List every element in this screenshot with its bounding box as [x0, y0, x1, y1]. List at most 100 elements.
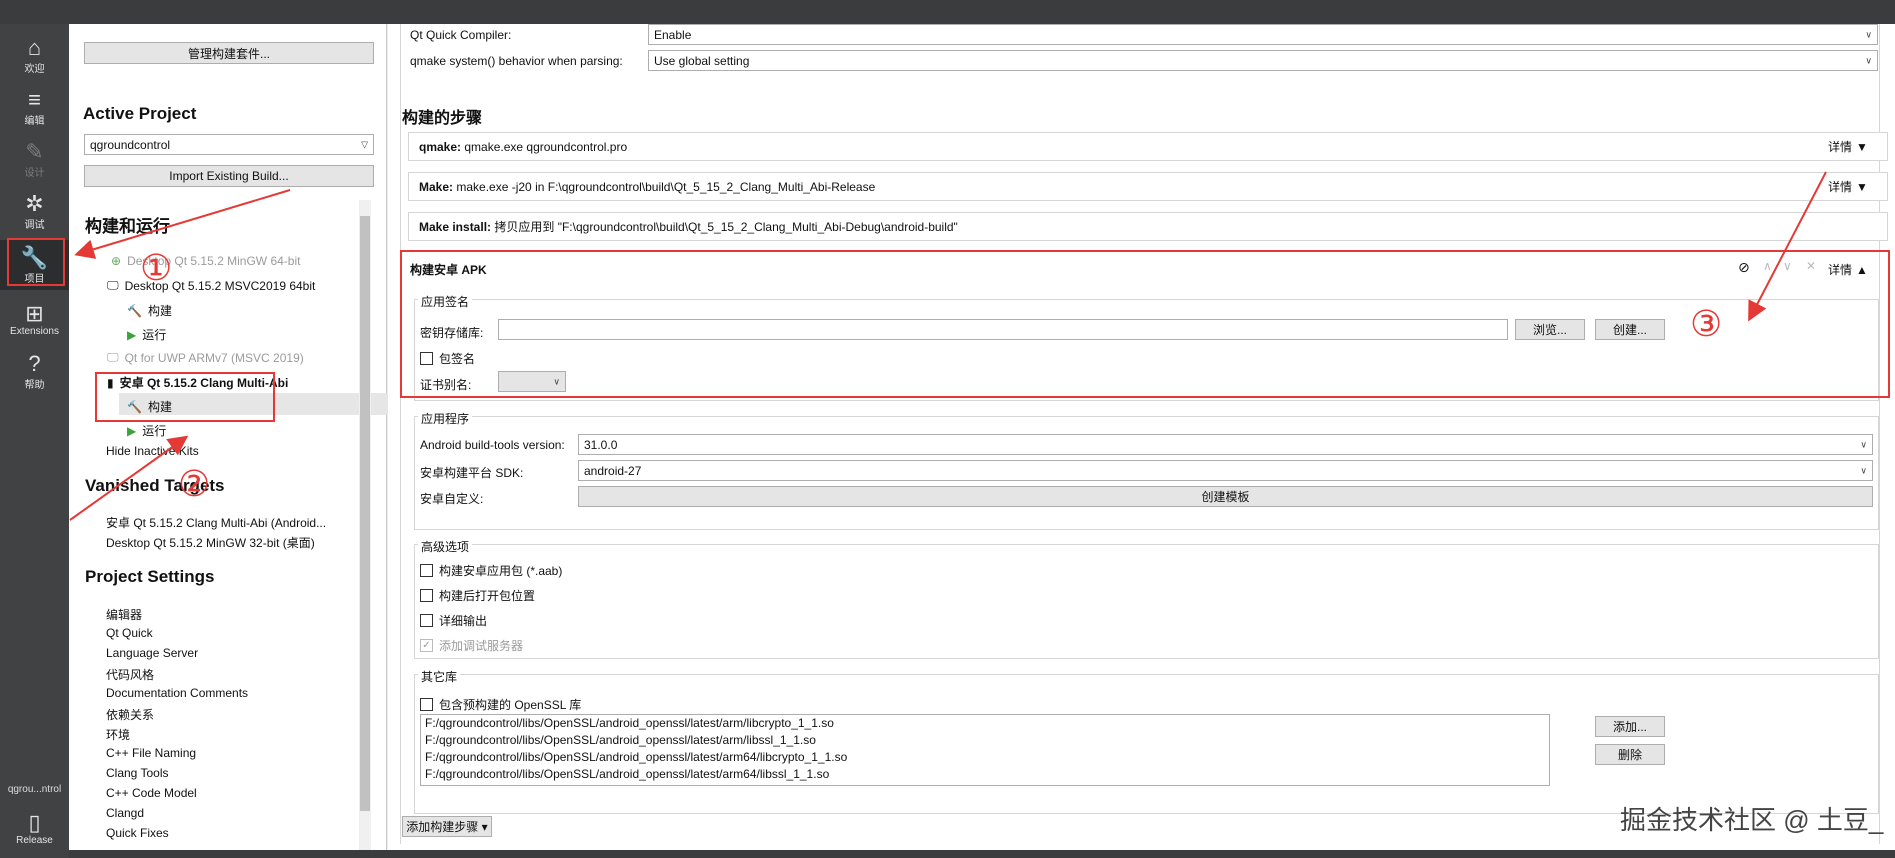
- qt-quick-compiler-combo[interactable]: Enable ∨: [648, 24, 1878, 45]
- build-steps-heading: 构建的步骤: [402, 110, 483, 127]
- build-run-heading: 构建和运行: [85, 217, 170, 236]
- run-icon: ▶: [127, 327, 137, 342]
- debug-server-checkbox: ✓ 添加调试服务器: [420, 637, 523, 654]
- settings-item[interactable]: 环境: [106, 726, 130, 743]
- run-icon: ▶: [127, 423, 137, 438]
- settings-item[interactable]: Clangd: [106, 806, 144, 820]
- kit-msvc-build[interactable]: 🔨 构建: [127, 302, 172, 319]
- settings-item[interactable]: 编辑器: [106, 606, 142, 623]
- details-label: 详情: [1828, 180, 1853, 194]
- navigator-scrollbar-thumb[interactable]: [360, 216, 370, 811]
- chevron-down-icon: ▽: [361, 139, 368, 149]
- caret-down-icon: ▾: [481, 819, 488, 834]
- qt-quick-compiler-label: Qt Quick Compiler:: [410, 28, 512, 42]
- step-summary: 拷贝应用到 "F:\qgroundcontrol\build\Qt_5_15_2…: [494, 220, 958, 234]
- settings-item[interactable]: 依赖关系: [106, 706, 154, 723]
- settings-item[interactable]: C++ Code Model: [106, 786, 197, 800]
- mode-design[interactable]: ✎ 设计: [0, 134, 69, 184]
- qmake-system-label: qmake system() behavior when parsing:: [410, 54, 623, 68]
- build-tools-label: Android build-tools version:: [420, 438, 565, 452]
- kit-label: 构建: [147, 304, 172, 318]
- annotation-number: ③: [1690, 303, 1723, 344]
- checkbox-box: [420, 589, 433, 602]
- step-name: Make install:: [419, 219, 492, 234]
- step-name: qmake:: [419, 139, 462, 154]
- annotation-box-android-build: [95, 372, 275, 422]
- bug-icon: ✲: [25, 190, 44, 216]
- sdk-label: 安卓构建平台 SDK:: [420, 466, 524, 480]
- settings-item[interactable]: C++ File Naming: [106, 746, 196, 760]
- remove-library-button[interactable]: 删除: [1595, 744, 1665, 765]
- project-combo[interactable]: qgroundcontrol ▽: [84, 134, 374, 155]
- mode-label: Extensions: [10, 325, 59, 337]
- step-qmake: qmake: qmake.exe qgroundcontrol.pro: [408, 132, 1888, 161]
- list-item[interactable]: F:/qgroundcontrol/libs/OpenSSL/android_o…: [421, 766, 1549, 783]
- advanced-group: [414, 544, 1879, 659]
- edit-lines-icon: ≡: [28, 86, 41, 112]
- chevron-down-icon: ∨: [1860, 465, 1867, 475]
- kit-label: 运行: [142, 424, 167, 438]
- annotation-box-projects: [7, 238, 65, 286]
- qmake-system-combo[interactable]: Use global setting ∨: [648, 50, 1878, 71]
- verbose-checkbox[interactable]: 详细输出: [420, 612, 487, 629]
- add-build-step-button[interactable]: 添加构建步骤 ▾: [402, 816, 492, 837]
- mode-welcome[interactable]: ⌂ 欢迎: [0, 30, 69, 80]
- details-label: 详情: [1828, 140, 1853, 154]
- list-item[interactable]: F:/qgroundcontrol/libs/OpenSSL/android_o…: [421, 732, 1549, 749]
- mode-extensions[interactable]: ⊞ Extensions: [0, 294, 69, 344]
- checkbox-box: [420, 698, 433, 711]
- status-bar: [69, 850, 1895, 858]
- mode-label: 设计: [24, 167, 45, 179]
- build-tools-combo[interactable]: 31.0.0 ∨: [578, 434, 1873, 455]
- manage-kits-button[interactable]: 管理构建套件...: [84, 42, 374, 64]
- home-icon: ⌂: [27, 34, 42, 60]
- chevron-down-icon: ∨: [1865, 55, 1872, 65]
- mode-debug[interactable]: ✲ 调试: [0, 186, 69, 236]
- libraries-list[interactable]: F:/qgroundcontrol/libs/OpenSSL/android_o…: [420, 714, 1550, 786]
- list-item[interactable]: F:/qgroundcontrol/libs/OpenSSL/android_o…: [421, 715, 1549, 732]
- openssl-checkbox[interactable]: 包含预构建的 OpenSSL 库: [420, 696, 581, 713]
- checkbox-label: 详细输出: [439, 614, 488, 628]
- advanced-group-title: 高级选项: [418, 538, 473, 555]
- hammer-icon: 🔨: [127, 303, 142, 318]
- settings-item[interactable]: Language Server: [106, 646, 198, 660]
- aab-checkbox[interactable]: 构建安卓应用包 (*.aab): [420, 562, 562, 579]
- annotation-number: ②: [178, 463, 211, 504]
- list-item[interactable]: F:/qgroundcontrol/libs/OpenSSL/android_o…: [421, 749, 1549, 766]
- step-summary: make.exe -j20 in F:\qgroundcontrol\build…: [456, 179, 876, 194]
- sdk-combo[interactable]: android-27 ∨: [578, 460, 1873, 481]
- checkmark-icon: ✓: [420, 639, 433, 652]
- mode-label: 欢迎: [24, 63, 45, 75]
- settings-item[interactable]: Documentation Comments: [106, 686, 248, 700]
- vanished-target[interactable]: Desktop Qt 5.15.2 MinGW 32-bit (桌面): [106, 534, 315, 551]
- create-templates-button[interactable]: 创建模板: [578, 486, 1873, 507]
- mode-edit[interactable]: ≡ 编辑: [0, 82, 69, 132]
- target-selector[interactable]: ▯ Release: [0, 804, 69, 852]
- mode-label: 编辑: [24, 115, 45, 127]
- details-toggle[interactable]: 详情 ▼: [1828, 178, 1868, 195]
- target-project-name: qgrou...ntrol: [7, 784, 62, 795]
- settings-item[interactable]: 代码风格: [106, 666, 154, 683]
- add-library-button[interactable]: 添加...: [1595, 716, 1665, 737]
- pen-icon: ✎: [25, 138, 44, 164]
- checkbox-box: [420, 614, 433, 627]
- sdk-value: android-27: [584, 463, 642, 478]
- settings-item[interactable]: Qt Quick: [106, 626, 153, 640]
- import-build-button[interactable]: Import Existing Build...: [84, 165, 374, 187]
- kit-android-run[interactable]: ▶ 运行: [127, 422, 166, 439]
- checkbox-box: [420, 564, 433, 577]
- hide-inactive-kits[interactable]: Hide Inactive Kits: [106, 444, 199, 458]
- device-icon: ▯: [28, 809, 41, 835]
- settings-item[interactable]: Quick Fixes: [106, 826, 169, 840]
- kit-msvc-run[interactable]: ▶ 运行: [127, 326, 166, 343]
- application-group-title: 应用程序: [418, 410, 473, 427]
- checkbox-label: 构建安卓应用包 (*.aab): [439, 564, 563, 578]
- kit-desktop-msvc[interactable]: 🖵 Desktop Qt 5.15.2 MSVC2019 64bit: [107, 278, 315, 293]
- mode-help[interactable]: ? 帮助: [0, 346, 69, 396]
- open-location-checkbox[interactable]: 构建后打开包位置: [420, 587, 535, 604]
- vanished-target[interactable]: 安卓 Qt 5.15.2 Clang Multi-Abi (Android...: [106, 514, 326, 531]
- kit-uwp[interactable]: 🖵 Qt for UWP ARMv7 (MSVC 2019): [107, 350, 304, 365]
- settings-item[interactable]: Clang Tools: [106, 766, 168, 780]
- add-build-step-label: 添加构建步骤: [406, 820, 479, 834]
- details-toggle[interactable]: 详情 ▼: [1828, 138, 1868, 155]
